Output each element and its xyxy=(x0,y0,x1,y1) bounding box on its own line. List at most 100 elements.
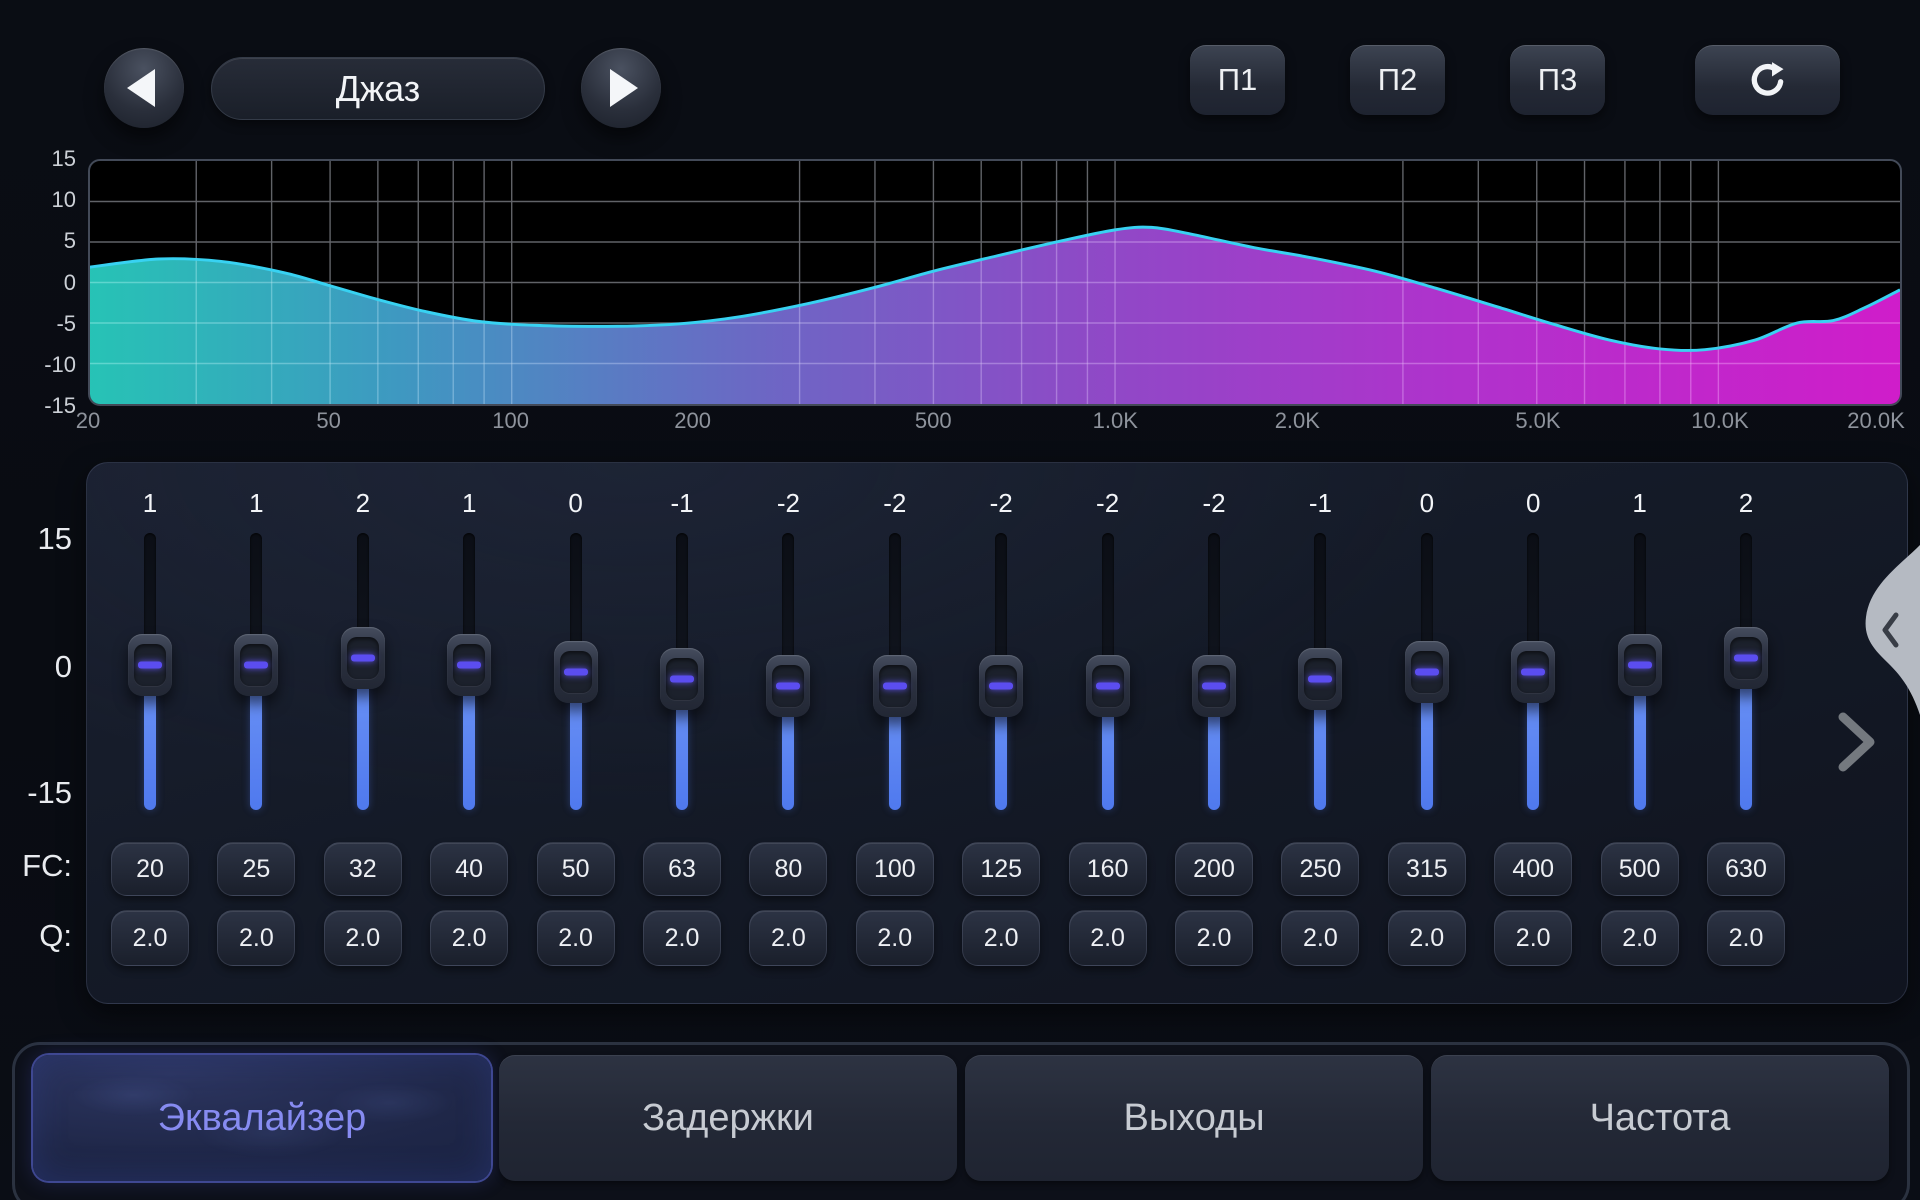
freq-tick-label: 20.0K xyxy=(1826,408,1920,434)
band-gain-value: -2 xyxy=(1161,488,1267,519)
band-slider-thumb[interactable] xyxy=(1724,627,1768,689)
band-fc-chip[interactable]: 50 xyxy=(537,842,615,896)
thumb-dash-icon xyxy=(1096,683,1120,690)
preset-name: Джаз xyxy=(336,68,421,110)
freq-tick-label: 5.0K xyxy=(1488,408,1588,434)
gain-scale-zero: 0 xyxy=(0,650,72,684)
band-fc-chip[interactable]: 63 xyxy=(643,842,721,896)
band-slider-thumb[interactable] xyxy=(1405,641,1449,703)
band-gain-value: 0 xyxy=(523,488,629,519)
eq-band-100: -21002.0 xyxy=(842,462,948,1004)
next-preset-button[interactable] xyxy=(581,48,661,128)
band-slider-thumb[interactable] xyxy=(234,634,278,696)
prev-preset-button[interactable] xyxy=(104,48,184,128)
band-fc-chip[interactable]: 630 xyxy=(1707,842,1785,896)
band-q-chip[interactable]: 2.0 xyxy=(111,910,189,966)
memory-button-3[interactable]: П3 xyxy=(1510,45,1605,115)
side-panel-flap[interactable] xyxy=(1848,545,1920,715)
band-slider-thumb[interactable] xyxy=(1192,655,1236,717)
band-q-chip[interactable]: 2.0 xyxy=(749,910,827,966)
thumb-grip xyxy=(985,665,1017,707)
band-q-chip[interactable]: 2.0 xyxy=(1069,910,1147,966)
tab-частота[interactable]: Частота xyxy=(1431,1055,1889,1181)
memory-button-1[interactable]: П1 xyxy=(1190,45,1285,115)
band-fc-chip[interactable]: 40 xyxy=(430,842,508,896)
preset-selector[interactable]: Джаз xyxy=(211,57,545,120)
memory-button-2[interactable]: П2 xyxy=(1350,45,1445,115)
thumb-dash-icon xyxy=(1521,669,1545,676)
band-fc-chip[interactable]: 125 xyxy=(962,842,1040,896)
band-fc-chip[interactable]: 100 xyxy=(856,842,934,896)
band-slider-thumb[interactable] xyxy=(766,655,810,717)
thumb-dash-icon xyxy=(457,661,481,668)
eq-band-400: 04002.0 xyxy=(1480,462,1586,1004)
eq-band-500: 15002.0 xyxy=(1587,462,1693,1004)
band-q-chip[interactable]: 2.0 xyxy=(324,910,402,966)
band-slider-thumb[interactable] xyxy=(1298,648,1342,710)
eq-band-315: 03152.0 xyxy=(1374,462,1480,1004)
eq-band-200: -2 200 2.0 xyxy=(1161,462,1267,1004)
thumb-grip xyxy=(772,665,804,707)
db-tick-label: 10 xyxy=(0,187,76,213)
band-fc-chip[interactable]: 500 xyxy=(1601,842,1679,896)
band-q-chip[interactable]: 2.0 xyxy=(1601,910,1679,966)
band-fc-chip[interactable]: 160 xyxy=(1069,842,1147,896)
thumb-dash-icon xyxy=(1202,683,1226,690)
db-tick-label: -10 xyxy=(0,352,76,378)
band-gain-value: -2 xyxy=(1055,488,1161,519)
band-slider-thumb[interactable] xyxy=(873,655,917,717)
band-q-chip[interactable]: 2.0 xyxy=(1388,910,1466,966)
db-tick-label: 5 xyxy=(0,228,76,254)
band-slider-thumb[interactable] xyxy=(447,634,491,696)
band-q-chip[interactable]: 2.0 xyxy=(856,910,934,966)
band-fc-chip[interactable]: 32 xyxy=(324,842,402,896)
band-fc-chip[interactable]: 250 xyxy=(1281,842,1359,896)
band-gain-value: 1 xyxy=(97,488,203,519)
band-q-chip[interactable]: 2.0 xyxy=(1175,910,1253,966)
eq-band-80: -2802.0 xyxy=(735,462,841,1004)
freq-tick-label: 10.0K xyxy=(1670,408,1770,434)
band-q-chip[interactable]: 2.0 xyxy=(1707,910,1785,966)
next-bands-button[interactable] xyxy=(1834,710,1882,774)
thumb-dash-icon xyxy=(351,654,375,661)
band-q-chip[interactable]: 2.0 xyxy=(430,910,508,966)
band-fc-chip[interactable]: 400 xyxy=(1494,842,1572,896)
band-slider-thumb[interactable] xyxy=(1618,634,1662,696)
fc-row-label: FC: xyxy=(0,849,72,883)
band-fc-chip[interactable]: 315 xyxy=(1388,842,1466,896)
tab-задержки[interactable]: Задержки xyxy=(499,1055,957,1181)
band-fc-chip[interactable]: 80 xyxy=(749,842,827,896)
band-fc-chip[interactable]: 20 xyxy=(111,842,189,896)
tab-выходы[interactable]: Выходы xyxy=(965,1055,1423,1181)
band-q-chip[interactable]: 2.0 xyxy=(537,910,615,966)
thumb-dash-icon xyxy=(1415,669,1439,676)
band-slider-thumb[interactable] xyxy=(979,655,1023,717)
band-fc-chip[interactable]: 25 xyxy=(217,842,295,896)
freq-tick-label: 20 xyxy=(38,408,138,434)
band-q-chip[interactable]: 2.0 xyxy=(962,910,1040,966)
tab-эквалайзер[interactable]: Эквалайзер xyxy=(33,1055,491,1181)
thumb-dash-icon xyxy=(989,683,1013,690)
band-fc-chip[interactable]: 200 xyxy=(1175,842,1253,896)
freq-tick-label: 200 xyxy=(643,408,743,434)
band-slider-thumb[interactable] xyxy=(1086,655,1130,717)
band-slider-thumb[interactable] xyxy=(660,648,704,710)
band-slider-thumb[interactable] xyxy=(1511,641,1555,703)
reset-button[interactable] xyxy=(1695,45,1840,115)
band-q-chip[interactable]: 2.0 xyxy=(643,910,721,966)
band-slider-thumb[interactable] xyxy=(341,627,385,689)
eq-band-630: 26302.0 xyxy=(1693,462,1799,1004)
thumb-grip xyxy=(560,651,592,693)
band-slider-thumb[interactable] xyxy=(554,641,598,703)
band-slider-thumb[interactable] xyxy=(128,634,172,696)
band-gain-value: -1 xyxy=(629,488,735,519)
freq-tick-label: 100 xyxy=(461,408,561,434)
band-q-chip[interactable]: 2.0 xyxy=(1281,910,1359,966)
band-q-chip[interactable]: 2.0 xyxy=(1494,910,1572,966)
q-row-label: Q: xyxy=(0,919,72,953)
thumb-grip xyxy=(240,644,272,686)
thumb-grip xyxy=(1517,651,1549,693)
thumb-grip xyxy=(134,644,166,686)
thumb-dash-icon xyxy=(670,676,694,683)
band-q-chip[interactable]: 2.0 xyxy=(217,910,295,966)
